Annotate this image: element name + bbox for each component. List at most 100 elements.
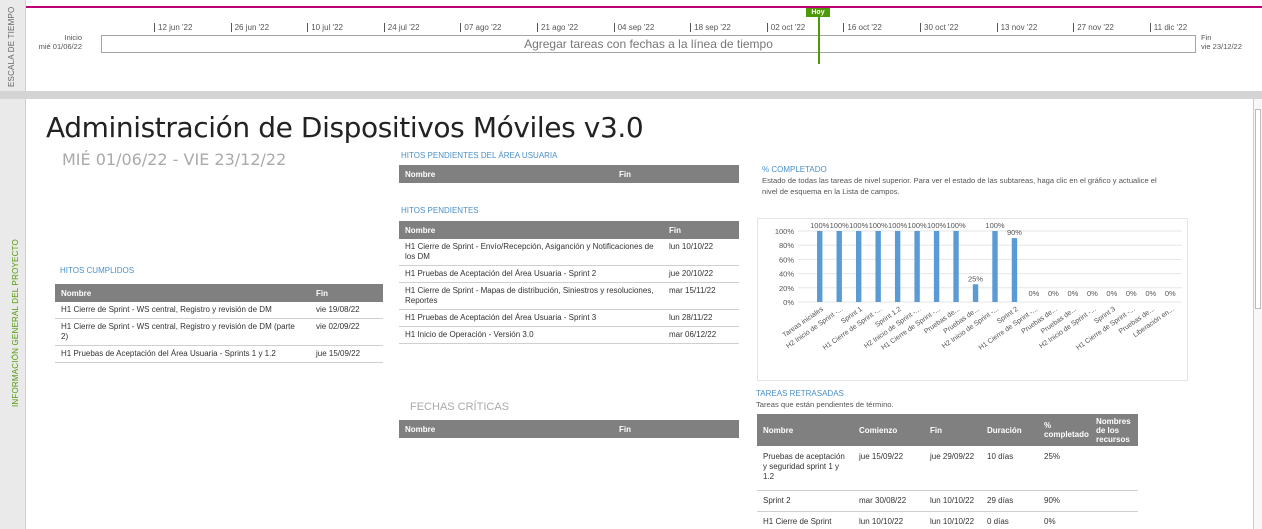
scrollbar-thumb[interactable] (1255, 109, 1261, 309)
table-row[interactable]: Pruebas de aceptación y seguridad sprint… (757, 446, 1138, 491)
data-label: 0% (1029, 289, 1040, 298)
cell-pct: 25% (1038, 446, 1090, 491)
data-label: 25% (968, 274, 983, 283)
completado-title[interactable]: % COMPLETADO (762, 165, 827, 174)
data-label: 0% (1087, 289, 1098, 298)
chart-bar (817, 231, 823, 302)
hitos-cumplidos-table[interactable]: Nombre Fin H1 Cierre de Sprint - WS cent… (55, 284, 383, 363)
vertical-scrollbar[interactable] (1253, 99, 1262, 529)
timeline-tick: 26 jun '22 (230, 23, 269, 32)
column-header-nombre[interactable]: Nombre (399, 165, 613, 183)
fechas-criticas-table[interactable]: Nombre Fin (399, 420, 739, 438)
data-label: 100% (849, 221, 869, 230)
timeline-tick: 24 jul '22 (383, 23, 420, 32)
column-header-fin[interactable]: Fin (663, 221, 739, 239)
data-label: 100% (985, 221, 1005, 230)
report-side-strip: INFORMACIÓN GENERAL DEL PROYECTO (0, 99, 26, 529)
timeline-tick: 18 sep '22 (690, 23, 731, 32)
column-header[interactable]: Nombres de los recursos (1090, 414, 1138, 446)
cell-nombre: H1 Inicio de Operación - Versión 3.0 (399, 326, 663, 344)
cell-resources (1090, 490, 1138, 512)
cell-fin: mar 06/12/22 (663, 326, 739, 344)
cell-fin: lun 10/10/22 (663, 239, 739, 266)
hitos-area-usuaria-title[interactable]: HITOS PENDIENTES DEL ÁREA USUARIA (401, 151, 557, 160)
timeline-tick: 12 jun '22 (154, 23, 192, 32)
timeline-end-date: vie 23/12/22 (1201, 42, 1242, 51)
table-row[interactable]: H1 Inicio de Operación - Versión 3.0 mar … (399, 326, 739, 344)
timeline-side-label: ESCALA DE TIEMPO (7, 6, 16, 87)
chart-bar (875, 231, 881, 302)
table-row[interactable]: H1 Pruebas de Aceptación del Área Usuari… (55, 345, 383, 363)
tareas-retrasadas-title[interactable]: TAREAS RETRASADAS (756, 389, 844, 398)
hitos-pendientes-table[interactable]: Nombre Fin H1 Cierre de Sprint - Envío/R… (399, 221, 739, 344)
cell-nombre: H1 Cierre de Sprint - Envío/Recepción, A… (399, 239, 663, 266)
column-header-fin[interactable]: Fin (613, 165, 739, 183)
pane-splitter[interactable] (0, 91, 1262, 99)
timeline-tick: 02 oct '22 (766, 23, 805, 32)
fechas-criticas-title[interactable]: FECHAS CRÍTICAS (410, 401, 509, 413)
timeline-start: Inicio mié 01/06/22 (39, 33, 82, 51)
column-header[interactable]: Nombre (757, 414, 853, 446)
table-row[interactable]: H1 Cierre de Sprint - WS central, Regist… (55, 302, 383, 319)
completado-description[interactable]: Estado de todas las tareas de nivel supe… (762, 175, 1172, 197)
timeline-tick: 11 dic '22 (1149, 23, 1187, 32)
cell-resources (1090, 446, 1138, 491)
completado-chart[interactable]: 0% 20% 40% 60% 80% 100% 100% Tareas iniciales 10… (757, 218, 1188, 381)
timeline-tick: 27 nov '22 (1073, 23, 1114, 32)
chart-bar (1011, 238, 1018, 302)
column-header-fin[interactable]: Fin (613, 420, 739, 438)
table-row[interactable]: H1 Cierre de Sprint - Envío/Recepción, A… (399, 239, 739, 266)
column-header-nombre[interactable]: Nombre (399, 420, 613, 438)
column-header[interactable]: Comienzo (853, 414, 924, 446)
table-row[interactable]: H1 Pruebas de Aceptación del Área Usuari… (399, 265, 739, 283)
table-row[interactable]: Sprint 2 mar 30/08/22 lun 10/10/22 29 días 9… (757, 490, 1138, 512)
chart-bar (894, 231, 901, 302)
chart-bar (992, 231, 998, 302)
cell-fin: lun 28/11/22 (663, 309, 739, 327)
column-header[interactable]: Fin (924, 414, 981, 446)
timeline-start-label: Inicio (64, 33, 82, 42)
data-label: 0% (1106, 289, 1117, 298)
timeline-tick: 30 oct '22 (920, 23, 958, 32)
cell-name: H1 Cierre de Sprint (757, 511, 853, 529)
tareas-retrasadas-table[interactable]: Nombre Comienzo Fin Duración% completado Nom… (757, 414, 1138, 529)
cell-nombre: H1 Cierre de Sprint - WS central, Regist… (55, 318, 310, 346)
report-canvas: INFORMACIÓN GENERAL DEL PROYECTO Adminis… (0, 99, 1262, 529)
cell-fin: mar 15/11/22 (663, 282, 739, 310)
hitos-pendientes-title[interactable]: HITOS PENDIENTES (401, 206, 479, 215)
y-tick-label: 100% (775, 227, 795, 236)
table-row[interactable]: H1 Cierre de Sprint - Mapas de distribuc… (399, 282, 739, 310)
y-tick-label: 0% (783, 298, 794, 307)
timeline-tick: 04 sep '22 (613, 23, 654, 32)
cell-pct: 0% (1038, 511, 1090, 529)
tareas-retrasadas-subtitle[interactable]: Tareas que están pendientes de término. (756, 399, 894, 410)
column-header-nombre[interactable]: Nombre (399, 221, 663, 239)
cell-nombre: H1 Cierre de Sprint - WS central, Regist… (55, 302, 310, 319)
timeline-placeholder: Agregar tareas con fechas a la línea de … (524, 37, 773, 51)
table-row[interactable]: H1 Cierre de Sprint lun 10/10/22 lun 10/10… (757, 511, 1138, 529)
timeline-start-date: mié 01/06/22 (38, 42, 82, 51)
cell-resources (1090, 511, 1138, 529)
cell-nombre: H1 Pruebas de Aceptación del Área Usuari… (399, 265, 663, 283)
data-label: 90% (1007, 228, 1022, 237)
table-row[interactable]: H1 Pruebas de Aceptación del Área Usuari… (399, 309, 739, 327)
timeline-tick: 10 jul '22 (307, 23, 343, 32)
hitos-area-usuaria-table[interactable]: Nombre Fin (399, 165, 739, 183)
column-header-fin[interactable]: Fin (310, 284, 383, 302)
report-dates[interactable]: MIÉ 01/06/22 - VIE 23/12/22 (62, 150, 286, 169)
data-label: 100% (869, 221, 889, 230)
timeline-bar[interactable]: Agregar tareas con fechas a la línea de … (101, 35, 1196, 53)
hitos-cumplidos-title[interactable]: HITOS CUMPLIDOS (60, 266, 134, 275)
table-row[interactable]: H1 Cierre de Sprint - WS central, Regist… (55, 318, 383, 346)
completado-chart-svg: 0%20%40%60%80%100%100%Tareas iniciales10… (775, 221, 1182, 352)
column-header-nombre[interactable]: Nombre (55, 284, 310, 302)
column-header[interactable]: % completado (1038, 414, 1090, 446)
cell-fin: vie 19/08/22 (310, 302, 383, 319)
column-header[interactable]: Duración (981, 414, 1038, 446)
cell-end: jue 29/09/22 (924, 446, 981, 491)
timeline-tick: 07 ago '22 (460, 23, 502, 32)
y-tick-label: 60% (779, 255, 794, 264)
data-label: 100% (946, 221, 966, 230)
report-title[interactable]: Administración de Dispositivos Móviles v… (46, 111, 644, 144)
y-tick-label: 20% (779, 284, 794, 293)
